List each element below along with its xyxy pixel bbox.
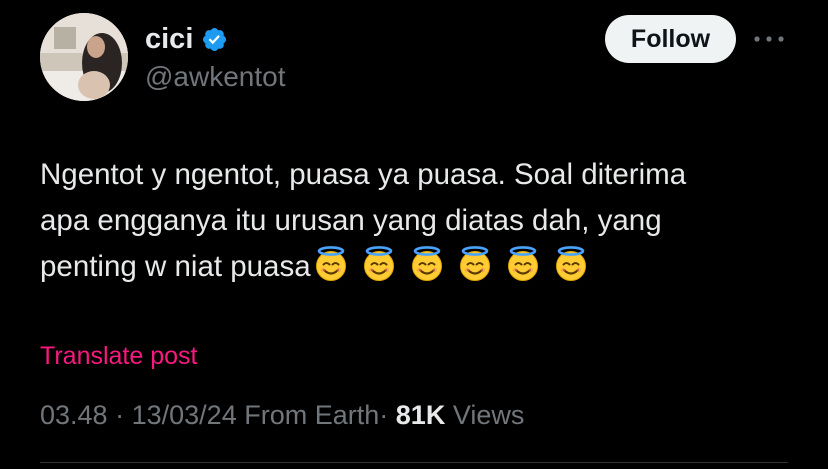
post-time[interactable]: 03.48	[40, 400, 108, 430]
meta-separator: ·	[115, 400, 125, 430]
post-date[interactable]: 13/03/24	[132, 400, 237, 430]
more-options-icon[interactable]	[748, 24, 790, 54]
author-name-row: cici	[145, 22, 228, 56]
author-display-name[interactable]: cici	[145, 22, 193, 56]
smiling-face-with-halo-emoji	[553, 246, 589, 282]
avatar[interactable]	[40, 13, 128, 101]
post-metadata: 03.48 · 13/03/24 From Earth· 81K Views	[40, 398, 524, 432]
post-text-line: apa engganya itu urusan yang diatas dah,…	[40, 204, 662, 237]
divider	[40, 462, 788, 463]
post-text-line: Ngentot y ngentot, puasa ya puasa. Soal …	[40, 158, 687, 191]
post-card: cici @awkentot Follow Ngentot y ngentot,…	[0, 0, 828, 469]
post-text-line-content: penting w niat puasa	[40, 250, 311, 283]
post-text-line-last: penting w niat puasa	[40, 244, 800, 290]
smiling-face-with-halo-emoji	[361, 246, 397, 282]
views-label: Views	[452, 400, 525, 430]
smiling-face-with-halo-emoji	[457, 246, 493, 282]
post-text: Ngentot y ngentot, puasa ya puasa. Soal …	[40, 152, 800, 290]
verified-badge-icon[interactable]	[201, 26, 228, 53]
views-count[interactable]: 81K	[396, 400, 446, 430]
follow-button[interactable]: Follow	[605, 15, 736, 63]
post-source: From Earth	[244, 400, 380, 430]
smiling-face-with-halo-emoji	[505, 246, 541, 282]
author-handle[interactable]: @awkentot	[145, 60, 286, 94]
smiling-face-with-halo-emoji	[313, 246, 349, 282]
smiling-face-with-halo-emoji	[409, 246, 445, 282]
emoji-row	[313, 246, 601, 282]
translate-post-link[interactable]: Translate post	[40, 340, 197, 372]
meta-separator: ·	[379, 400, 389, 430]
